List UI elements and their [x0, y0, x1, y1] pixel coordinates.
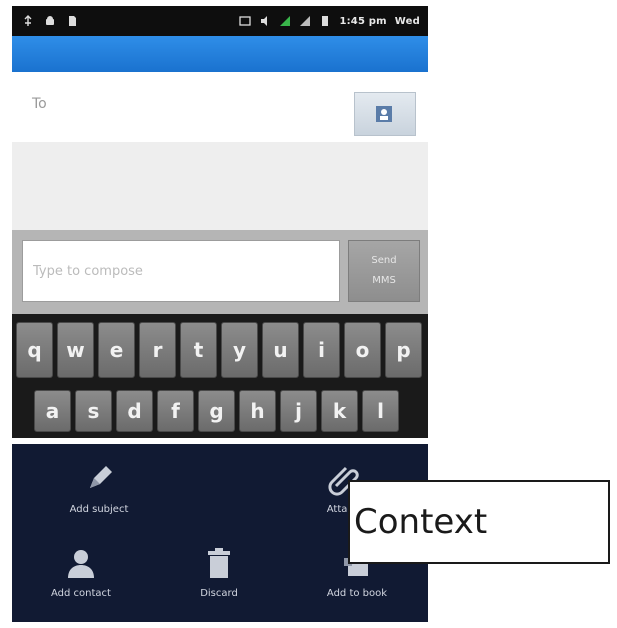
- wifi-icon: [279, 15, 291, 27]
- usb-icon: [22, 15, 34, 27]
- key-e[interactable]: e: [98, 322, 135, 378]
- menu-item-add-subject[interactable]: Add subject: [30, 452, 168, 532]
- key-a[interactable]: a: [34, 390, 71, 432]
- send-label-line2: MMS: [372, 275, 396, 286]
- recipient-input[interactable]: [50, 94, 344, 126]
- key-o[interactable]: o: [344, 322, 381, 378]
- android-icon: [44, 15, 56, 27]
- trash-icon: [208, 548, 230, 578]
- soft-keyboard: q w e r t y u i o p a s d f g h j k l: [12, 314, 428, 438]
- key-k[interactable]: k: [321, 390, 358, 432]
- conversation-area: [12, 142, 428, 230]
- menu-item-add-contact[interactable]: Add contact: [12, 536, 150, 616]
- menu-item-label: Discard: [200, 588, 238, 599]
- volume-icon: [259, 15, 271, 27]
- send-button[interactable]: Send MMS: [348, 240, 420, 302]
- sd-card-icon: [66, 15, 78, 27]
- compose-bar: Send MMS: [12, 230, 428, 314]
- key-i[interactable]: i: [303, 322, 340, 378]
- key-s[interactable]: s: [75, 390, 112, 432]
- action-bar: [12, 36, 428, 72]
- key-h[interactable]: h: [239, 390, 276, 432]
- keyboard-row-2: a s d f g h j k l: [34, 390, 399, 432]
- status-bar: 1:45 pm Wed: [12, 6, 428, 36]
- menu-item-label: Add contact: [51, 588, 111, 599]
- key-t[interactable]: t: [180, 322, 217, 378]
- menu-item-discard[interactable]: Discard: [150, 536, 288, 616]
- key-f[interactable]: f: [157, 390, 194, 432]
- key-j[interactable]: j: [280, 390, 317, 432]
- status-day: Wed: [394, 15, 420, 27]
- compose-input[interactable]: [22, 240, 340, 302]
- photo-icon: [239, 15, 252, 27]
- key-u[interactable]: u: [262, 322, 299, 378]
- key-g[interactable]: g: [198, 390, 235, 432]
- key-q[interactable]: q: [16, 322, 53, 378]
- key-w[interactable]: w: [57, 322, 94, 378]
- send-label-line1: Send: [371, 255, 397, 266]
- recipient-row: To: [12, 82, 428, 143]
- keyboard-row-1: q w e r t y u i o p: [16, 322, 422, 378]
- key-l[interactable]: l: [362, 390, 399, 432]
- status-time: 1:45 pm: [339, 15, 387, 27]
- key-r[interactable]: r: [139, 322, 176, 378]
- key-d[interactable]: d: [116, 390, 153, 432]
- person-icon: [68, 550, 94, 578]
- menu-item-label: Add subject: [69, 504, 129, 515]
- key-p[interactable]: p: [385, 322, 422, 378]
- signal-icon: [299, 15, 311, 27]
- menu-item-label: Add to book: [326, 588, 388, 599]
- context-callout: Context: [348, 480, 610, 564]
- pencil-icon: [90, 466, 112, 488]
- to-label: To: [32, 96, 47, 112]
- contacts-icon: [376, 106, 392, 122]
- battery-icon: [319, 15, 331, 27]
- key-y[interactable]: y: [221, 322, 258, 378]
- contact-picker-button[interactable]: [354, 92, 416, 136]
